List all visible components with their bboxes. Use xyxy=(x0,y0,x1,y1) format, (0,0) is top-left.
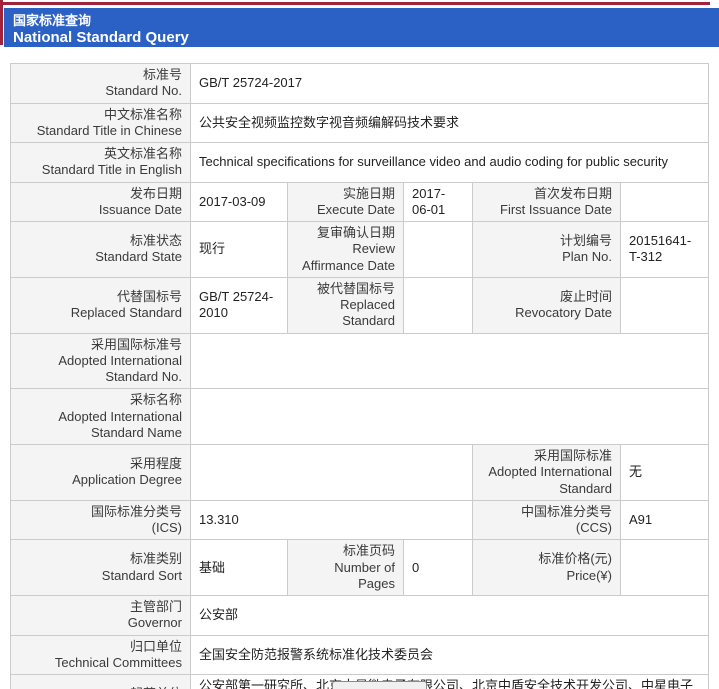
page-title-chinese: 国家标准查询 xyxy=(13,12,719,29)
row-sort-pages-price: 标准类别 Standard Sort 基础 标准页码 Number of Pag… xyxy=(11,540,709,596)
label-standard-state: 标准状态 Standard State xyxy=(11,222,191,278)
label-first-issuance-date: 首次发布日期 First Issuance Date xyxy=(473,182,621,222)
label-revocatory-date: 废止时间 Revocatory Date xyxy=(473,277,621,333)
value-application-degree xyxy=(191,445,473,501)
value-drafting-committee: 公安部第一研究所、北京中星微电子有限公司、北京中盾安全技术开发公司、中星电子股份… xyxy=(191,675,709,689)
label-adopted-intl-standard-no: 采用国际标准号 Adopted International Standard N… xyxy=(11,333,191,389)
label-title-english: 英文标准名称 Standard Title in English xyxy=(11,143,191,183)
row-adopted-intl-name: 采标名称 Adopted International Standard Name xyxy=(11,389,709,445)
label-title-chinese: 中文标准名称 Standard Title in Chinese xyxy=(11,103,191,143)
row-application-degree: 采用程度 Application Degree 采用国际标准 Adopted I… xyxy=(11,445,709,501)
label-review-affirmance-date: 复审确认日期 Review Affirmance Date xyxy=(288,222,404,278)
bottom-partial-button[interactable] xyxy=(332,681,427,689)
row-state: 标准状态 Standard State 现行 复审确认日期 Review Aff… xyxy=(11,222,709,278)
value-standard-no: GB/T 25724-2017 xyxy=(191,64,709,104)
row-standard-no: 标准号 Standard No. GB/T 25724-2017 xyxy=(11,64,709,104)
label-number-of-pages: 标准页码 Number of Pages xyxy=(288,540,404,596)
value-execute-date: 2017-06-01 xyxy=(404,182,473,222)
label-drafting-committee: 起草单位 Drafting Committee xyxy=(11,675,191,689)
value-number-of-pages: 0 xyxy=(404,540,473,596)
row-title-english: 英文标准名称 Standard Title in English Technic… xyxy=(11,143,709,183)
page-header: 国家标准查询 National Standard Query xyxy=(4,8,719,47)
red-top-accent-line xyxy=(0,2,710,5)
label-execute-date: 实施日期 Execute Date xyxy=(288,182,404,222)
value-adopted-intl-standard-no xyxy=(191,333,709,389)
value-title-english: Technical specifications for surveillanc… xyxy=(191,143,709,183)
value-issuance-date: 2017-03-09 xyxy=(191,182,288,222)
page: 国家标准查询 National Standard Query 标准号 Stand… xyxy=(0,0,719,689)
standard-detail-table: 标准号 Standard No. GB/T 25724-2017 中文标准名称 … xyxy=(10,63,709,689)
label-adopted-intl-standard: 采用国际标准 Adopted International Standard xyxy=(473,445,621,501)
label-standard-no: 标准号 Standard No. xyxy=(11,64,191,104)
label-price: 标准价格(元) Price(¥) xyxy=(473,540,621,596)
value-adopted-intl-standard-name xyxy=(191,389,709,445)
row-classification: 国际标准分类号 (ICS) 13.310 中国标准分类号 (CCS) A91 xyxy=(11,500,709,540)
red-left-accent-line xyxy=(0,0,3,45)
value-replaced-by-standard xyxy=(404,277,473,333)
page-title-english: National Standard Query xyxy=(13,29,719,47)
value-standard-state: 现行 xyxy=(191,222,288,278)
label-replaced-by-standard: 被代替国标号 Replaced Standard xyxy=(288,277,404,333)
value-title-chinese: 公共安全视频监控数字视音频编解码技术要求 xyxy=(191,103,709,143)
row-dates: 发布日期 Issuance Date 2017-03-09 实施日期 Execu… xyxy=(11,182,709,222)
value-plan-no: 20151641-T-312 xyxy=(621,222,709,278)
label-replaced-standard: 代替国标号 Replaced Standard xyxy=(11,277,191,333)
value-standard-sort: 基础 xyxy=(191,540,288,596)
value-ics: 13.310 xyxy=(191,500,473,540)
value-adopted-intl-standard: 无 xyxy=(621,445,709,501)
label-application-degree: 采用程度 Application Degree xyxy=(11,445,191,501)
label-standard-sort: 标准类别 Standard Sort xyxy=(11,540,191,596)
label-plan-no: 计划编号 Plan No. xyxy=(473,222,621,278)
row-adopted-intl-no: 采用国际标准号 Adopted International Standard N… xyxy=(11,333,709,389)
value-price xyxy=(621,540,709,596)
value-governor: 公安部 xyxy=(191,596,709,636)
label-technical-committees: 归口单位 Technical Committees xyxy=(11,635,191,675)
value-review-affirmance-date xyxy=(404,222,473,278)
row-replaced: 代替国标号 Replaced Standard GB/T 25724-2010 … xyxy=(11,277,709,333)
value-technical-committees: 全国安全防范报警系统标准化技术委员会 xyxy=(191,635,709,675)
value-revocatory-date xyxy=(621,277,709,333)
value-first-issuance-date xyxy=(621,182,709,222)
label-ccs: 中国标准分类号 (CCS) xyxy=(473,500,621,540)
row-technical-committees: 归口单位 Technical Committees 全国安全防范报警系统标准化技… xyxy=(11,635,709,675)
value-replaced-standard: GB/T 25724-2010 xyxy=(191,277,288,333)
label-ics: 国际标准分类号 (ICS) xyxy=(11,500,191,540)
row-governor: 主管部门 Governor 公安部 xyxy=(11,596,709,636)
value-ccs: A91 xyxy=(621,500,709,540)
label-adopted-intl-standard-name: 采标名称 Adopted International Standard Name xyxy=(11,389,191,445)
label-issuance-date: 发布日期 Issuance Date xyxy=(11,182,191,222)
label-governor: 主管部门 Governor xyxy=(11,596,191,636)
row-title-chinese: 中文标准名称 Standard Title in Chinese 公共安全视频监… xyxy=(11,103,709,143)
